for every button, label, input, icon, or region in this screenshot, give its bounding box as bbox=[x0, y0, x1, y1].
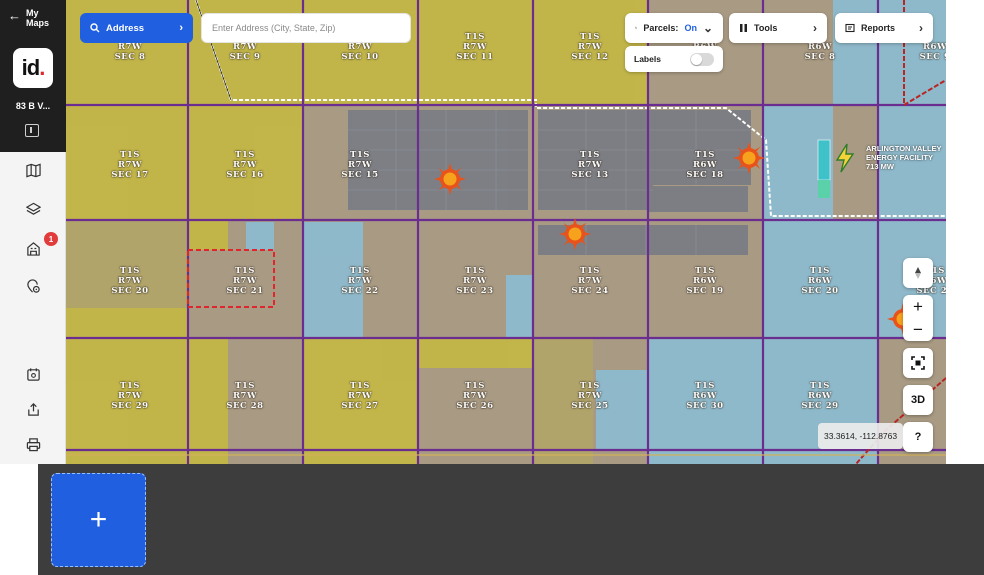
section-label: T1S R7W SEC 22 bbox=[341, 266, 379, 296]
sidebar-header: ← My Maps id. 83 B V... bbox=[0, 0, 66, 152]
section-label: T1S R7W SEC 11 bbox=[456, 32, 494, 62]
section-label: R6WSEC 9 bbox=[919, 42, 946, 62]
fullscreen-icon bbox=[911, 356, 925, 370]
section-label: T1S R7W SEC 28 bbox=[226, 381, 264, 411]
print-icon[interactable] bbox=[20, 432, 46, 456]
labels-toggle-card: Labels bbox=[625, 46, 723, 72]
section-label: R6W SEC 8 bbox=[804, 42, 836, 62]
section-label: T1S R7W SEC 13 bbox=[571, 150, 609, 180]
reports-label: Reports bbox=[861, 23, 896, 33]
chevron-down-icon: ⌄ bbox=[702, 21, 713, 35]
solar-marker-icon[interactable] bbox=[558, 217, 592, 251]
section-label: T1S R7W SEC 29 bbox=[111, 381, 149, 411]
calendar-icon[interactable] bbox=[20, 362, 46, 386]
section-label: T1S R6W SEC 30 bbox=[686, 381, 724, 411]
compass-button[interactable] bbox=[903, 258, 933, 288]
share-icon[interactable] bbox=[20, 397, 46, 421]
3d-view-button[interactable]: 3D bbox=[903, 385, 933, 415]
parcels-label: Parcels: bbox=[643, 23, 679, 33]
section-label: T1S R6W SEC 20 bbox=[801, 266, 839, 296]
panel-toggle-icon[interactable] bbox=[25, 124, 39, 137]
logo-dot: . bbox=[39, 55, 45, 80]
section-label: R7W SEC 8 bbox=[114, 42, 146, 62]
layers-icon[interactable] bbox=[20, 197, 46, 221]
zoom-in-button[interactable]: + bbox=[903, 295, 933, 318]
coordinates-readout: 33.3614, -112.8763 bbox=[818, 423, 904, 449]
section-label: T1S R7W SEC 17 bbox=[111, 150, 149, 180]
back-to-my-maps[interactable]: ← My Maps bbox=[8, 8, 56, 28]
section-label: R7W SEC 9 bbox=[229, 42, 261, 62]
parcel-tag-icon bbox=[635, 26, 638, 30]
help-button[interactable]: ? bbox=[903, 422, 933, 452]
left-sidebar: ← My Maps id. 83 B V... 1 bbox=[0, 0, 66, 464]
bottom-panel: + bbox=[38, 464, 984, 575]
section-label: T1S R7W SEC 27 bbox=[341, 381, 379, 411]
section-label: T1S R6W SEC 19 bbox=[686, 266, 724, 296]
app-logo[interactable]: id. bbox=[13, 48, 53, 88]
section-label: T1S R6W SEC 29 bbox=[801, 381, 839, 411]
parcels-dropdown[interactable]: Parcels: On ⌄ bbox=[625, 13, 723, 43]
section-label: T1S R7W SEC 24 bbox=[571, 266, 609, 296]
compass-icon bbox=[915, 267, 921, 279]
section-label: T1S R7W SEC 25 bbox=[571, 381, 609, 411]
facility-label: ARLINGTON VALLEY ENERGY FACILITY 713 MW bbox=[866, 144, 942, 171]
location-gear-icon[interactable] bbox=[20, 274, 46, 298]
section-label: T1S R6W SEC 18 bbox=[686, 150, 724, 180]
zoom-out-button[interactable]: − bbox=[903, 318, 933, 341]
account-name[interactable]: 83 B V... bbox=[0, 101, 66, 111]
logo-text: id bbox=[21, 55, 41, 80]
add-item-button[interactable]: + bbox=[51, 473, 146, 567]
parcels-state: On bbox=[684, 23, 697, 33]
address-search-button[interactable]: Address › bbox=[80, 13, 193, 43]
labels-label: Labels bbox=[634, 54, 661, 64]
labels-toggle[interactable] bbox=[690, 52, 714, 66]
reports-button[interactable]: Reports › bbox=[835, 13, 933, 43]
arrow-left-icon: ← bbox=[8, 8, 21, 23]
reports-icon bbox=[845, 23, 855, 33]
section-label: T1S R7W SEC 16 bbox=[226, 150, 264, 180]
back-label: My Maps bbox=[26, 8, 50, 28]
section-label: T1S R7W SEC 15 bbox=[341, 150, 379, 180]
power-plant-icon[interactable] bbox=[834, 143, 856, 173]
section-label: T1S R7W SEC 20 bbox=[111, 266, 149, 296]
buildings-icon[interactable] bbox=[20, 236, 46, 260]
section-label: R7W SEC 10 bbox=[341, 42, 379, 62]
tools-icon bbox=[740, 24, 747, 32]
tools-button[interactable]: Tools › bbox=[729, 13, 827, 43]
chevron-right-icon: › bbox=[813, 21, 817, 35]
tools-label: Tools bbox=[754, 23, 778, 33]
zoom-control: + − bbox=[903, 295, 933, 341]
section-label: T1S R7W SEC 26 bbox=[456, 381, 494, 411]
section-label: T1S R7W SEC 23 bbox=[456, 266, 494, 296]
address-button-label: Address bbox=[106, 22, 145, 34]
address-input[interactable] bbox=[201, 13, 411, 43]
notification-badge: 1 bbox=[44, 232, 58, 246]
app-root: ← My Maps id. 83 B V... 1 ARLINGTON VALL… bbox=[0, 0, 984, 575]
chevron-right-icon: › bbox=[179, 22, 183, 34]
solar-marker-icon[interactable] bbox=[433, 162, 467, 196]
search-icon bbox=[90, 23, 100, 33]
section-label: T1S R7W SEC 12 bbox=[571, 32, 609, 62]
fullscreen-button[interactable] bbox=[903, 348, 933, 378]
map-icon[interactable] bbox=[20, 158, 46, 182]
section-label: T1S R7W SEC 21 bbox=[226, 266, 264, 296]
parcel-map[interactable]: ARLINGTON VALLEY ENERGY FACILITY 713 MW … bbox=[66, 0, 946, 464]
chevron-right-icon: › bbox=[919, 21, 923, 35]
